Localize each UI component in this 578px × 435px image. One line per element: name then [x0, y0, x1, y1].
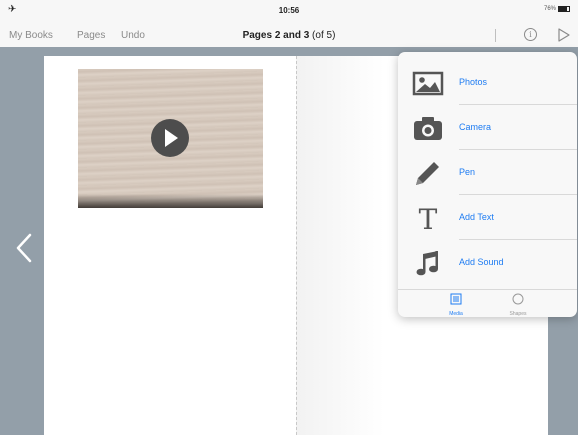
- page-title: Pages 2 and 3 (of 5): [0, 30, 578, 41]
- tab-media[interactable]: Media: [426, 292, 486, 317]
- pen-label: Pen: [459, 167, 476, 177]
- add-text-label: Add Text: [459, 212, 494, 222]
- popover-tabbar: Media Shapes: [398, 289, 577, 317]
- video-thumbnail[interactable]: [78, 69, 263, 208]
- nav-bar: My Books Pages Undo Pages 2 and 3 (of 5)…: [0, 24, 578, 47]
- video-play-button[interactable]: [151, 119, 189, 157]
- status-bar: ✈ 10:56 76%: [0, 0, 578, 24]
- photos-label: Photos: [459, 77, 488, 87]
- add-sound-label: Add Sound: [459, 257, 504, 267]
- page-title-main: Pages 2 and 3: [242, 30, 310, 41]
- music-note-icon: [416, 251, 438, 276]
- text-icon: T: [419, 204, 438, 232]
- page-title-suffix: (of 5): [309, 30, 336, 41]
- media-list-icon: [450, 293, 462, 305]
- pen-icon: [416, 162, 439, 185]
- camera-label: Camera: [459, 122, 492, 132]
- status-time: 10:56: [278, 6, 300, 15]
- tab-media-label: Media: [449, 311, 463, 317]
- camera-menu-item[interactable]: Camera: [398, 105, 577, 150]
- media-popover: Photos Camera Pen T Add Text Add Sound M…: [398, 52, 577, 317]
- play-book-icon[interactable]: [558, 28, 570, 42]
- photos-icon: [412, 71, 444, 96]
- svg-text:T: T: [419, 204, 438, 232]
- play-icon: [165, 129, 178, 147]
- camera-icon: [414, 117, 442, 140]
- previous-page-icon[interactable]: [14, 233, 34, 263]
- page-spine: [296, 56, 297, 435]
- shapes-circle-icon: [512, 293, 524, 305]
- nav-divider: [495, 29, 496, 42]
- tab-shapes-label: Shapes: [509, 311, 527, 317]
- tab-shapes[interactable]: Shapes: [488, 292, 548, 317]
- add-sound-menu-item[interactable]: Add Sound: [398, 240, 577, 285]
- pen-menu-item[interactable]: Pen: [398, 150, 577, 195]
- battery-icon: [558, 6, 570, 12]
- video-edge-shadow: [78, 194, 263, 208]
- book-page-left[interactable]: [44, 56, 296, 435]
- add-text-menu-item[interactable]: T Add Text: [398, 195, 577, 240]
- photos-menu-item[interactable]: Photos: [398, 60, 577, 105]
- info-icon[interactable]: i: [524, 28, 537, 41]
- battery-percentage: 76%: [543, 6, 556, 12]
